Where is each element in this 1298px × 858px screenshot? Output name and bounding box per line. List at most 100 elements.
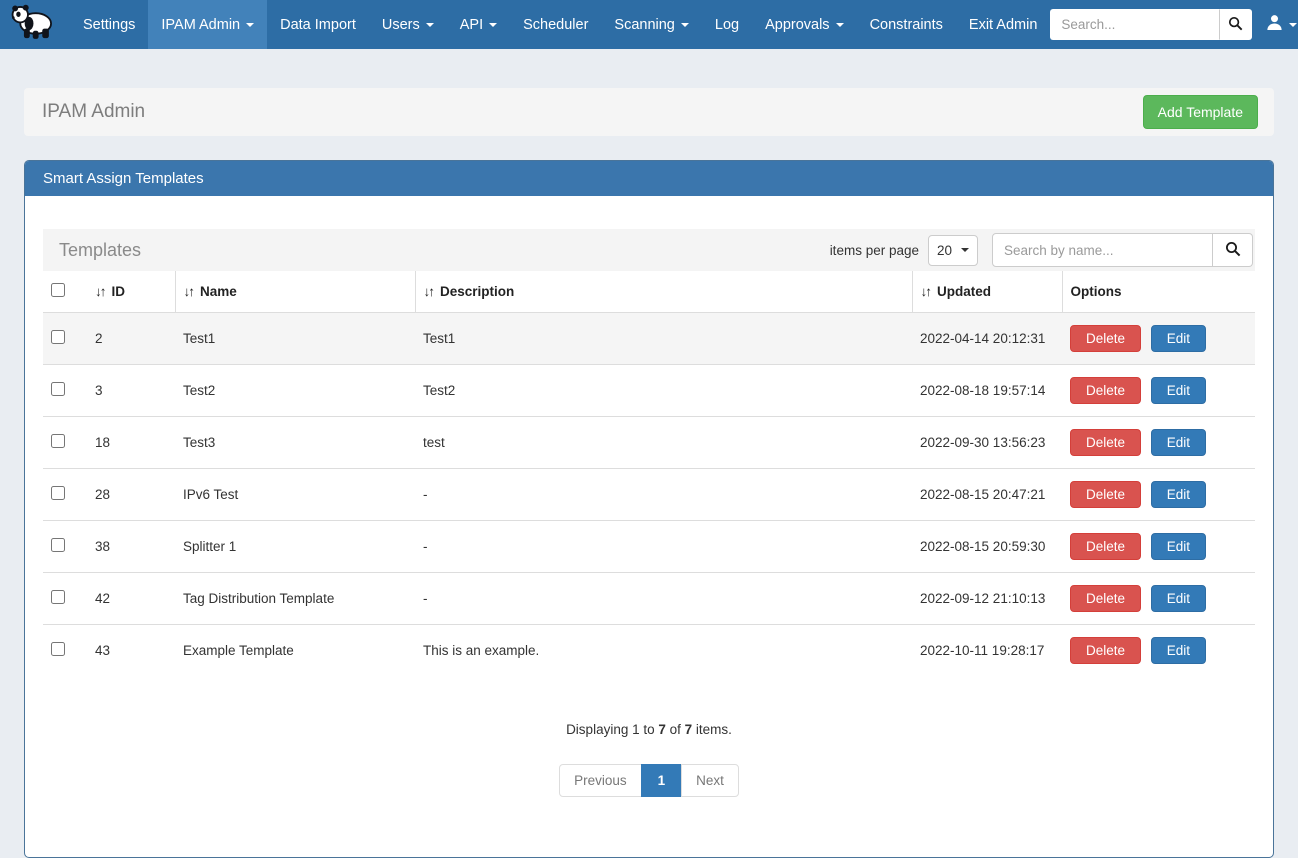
row-checkbox[interactable] [51, 434, 65, 448]
cell-description: This is an example. [415, 625, 912, 677]
cell-description: Test1 [415, 313, 912, 365]
smart-assign-templates-panel: Smart Assign Templates Templates items p… [24, 160, 1274, 858]
edit-button[interactable]: Edit [1151, 429, 1206, 456]
row-checkbox[interactable] [51, 538, 65, 552]
edit-button[interactable]: Edit [1151, 325, 1206, 352]
select-all-header [43, 271, 87, 313]
delete-button[interactable]: Delete [1070, 533, 1141, 560]
cell-id: 38 [87, 521, 175, 573]
table-row: 28 IPv6 Test - 2022-08-15 20:47:21 Delet… [43, 469, 1255, 521]
nav-menu: Settings IPAM Admin Data Import Users AP… [70, 0, 1050, 49]
edit-button[interactable]: Edit [1151, 585, 1206, 612]
cell-name: Splitter 1 [175, 521, 415, 573]
nav-item-approvals[interactable]: Approvals [752, 0, 856, 49]
delete-button[interactable]: Delete [1070, 377, 1141, 404]
cell-name: Example Template [175, 625, 415, 677]
items-per-page-select[interactable]: 20 [928, 235, 978, 266]
column-header-updated[interactable]: ↓↑Updated [912, 271, 1062, 313]
caret-down-icon [246, 23, 254, 27]
sort-icon: ↓↑ [184, 284, 194, 299]
cell-id: 3 [87, 365, 175, 417]
caret-down-icon [489, 23, 497, 27]
delete-button[interactable]: Delete [1070, 325, 1141, 352]
global-search [1050, 9, 1252, 40]
table-row: 3 Test2 Test2 2022-08-18 19:57:14 Delete… [43, 365, 1255, 417]
cell-description: test [415, 417, 912, 469]
caret-down-icon [961, 248, 969, 252]
sort-icon: ↓↑ [95, 284, 105, 299]
table-row: 42 Tag Distribution Template - 2022-09-1… [43, 573, 1255, 625]
sort-icon: ↓↑ [921, 284, 931, 299]
caret-down-icon [426, 23, 434, 27]
sort-icon: ↓↑ [424, 284, 434, 299]
delete-button[interactable]: Delete [1070, 585, 1141, 612]
cell-id: 18 [87, 417, 175, 469]
nav-item-settings[interactable]: Settings [70, 0, 148, 49]
row-checkbox[interactable] [51, 590, 65, 604]
nav-item-constraints[interactable]: Constraints [857, 0, 956, 49]
cell-updated: 2022-09-12 21:10:13 [912, 573, 1062, 625]
edit-button[interactable]: Edit [1151, 481, 1206, 508]
edit-button[interactable]: Edit [1151, 533, 1206, 560]
row-checkbox[interactable] [51, 642, 65, 656]
table-row: 38 Splitter 1 - 2022-08-15 20:59:30 Dele… [43, 521, 1255, 573]
page-header: IPAM Admin Add Template [24, 88, 1274, 136]
delete-button[interactable]: Delete [1070, 429, 1141, 456]
table-row: 43 Example Template This is an example. … [43, 625, 1255, 677]
previous-page-button[interactable]: Previous [559, 764, 642, 797]
user-icon [1266, 14, 1283, 36]
page-1-button[interactable]: 1 [641, 764, 683, 797]
table-toolbar: Templates items per page 20 [43, 229, 1255, 271]
global-search-button[interactable] [1220, 9, 1252, 40]
next-page-button[interactable]: Next [681, 764, 739, 797]
cell-description: - [415, 521, 912, 573]
name-search-button[interactable] [1213, 233, 1253, 267]
nav-item-log[interactable]: Log [702, 0, 752, 49]
column-header-description[interactable]: ↓↑Description [415, 271, 912, 313]
cell-updated: 2022-08-18 19:57:14 [912, 365, 1062, 417]
nav-item-scheduler[interactable]: Scheduler [510, 0, 601, 49]
user-menu[interactable] [1266, 14, 1297, 36]
table-row: 2 Test1 Test1 2022-04-14 20:12:31 Delete… [43, 313, 1255, 365]
cell-name: IPv6 Test [175, 469, 415, 521]
nav-item-api[interactable]: API [447, 0, 510, 49]
delete-button[interactable]: Delete [1070, 481, 1141, 508]
column-header-name[interactable]: ↓↑Name [175, 271, 415, 313]
nav-item-data-import[interactable]: Data Import [267, 0, 369, 49]
cell-updated: 2022-04-14 20:12:31 [912, 313, 1062, 365]
cell-id: 2 [87, 313, 175, 365]
cell-id: 42 [87, 573, 175, 625]
cell-name: Test2 [175, 365, 415, 417]
cell-updated: 2022-09-30 13:56:23 [912, 417, 1062, 469]
global-search-input[interactable] [1050, 9, 1220, 40]
name-search [992, 233, 1253, 267]
row-checkbox[interactable] [51, 486, 65, 500]
name-search-input[interactable] [992, 233, 1213, 267]
add-template-button[interactable]: Add Template [1143, 95, 1258, 129]
cell-description: Test2 [415, 365, 912, 417]
nav-item-scanning[interactable]: Scanning [601, 0, 701, 49]
items-per-page-label: items per page [830, 243, 919, 258]
navbar: Settings IPAM Admin Data Import Users AP… [0, 0, 1298, 49]
results-summary: Displaying 1 to 7 of 7 items. [43, 722, 1255, 737]
table-row: 18 Test3 test 2022-09-30 13:56:23 Delete… [43, 417, 1255, 469]
toolbar-title: Templates [59, 240, 141, 261]
select-all-checkbox[interactable] [51, 283, 65, 297]
edit-button[interactable]: Edit [1151, 637, 1206, 664]
row-checkbox[interactable] [51, 382, 65, 396]
cell-name: Tag Distribution Template [175, 573, 415, 625]
pagination: Previous 1 Next [43, 764, 1255, 797]
nav-item-users[interactable]: Users [369, 0, 447, 49]
caret-down-icon [681, 23, 689, 27]
edit-button[interactable]: Edit [1151, 377, 1206, 404]
delete-button[interactable]: Delete [1070, 637, 1141, 664]
templates-table: ↓↑ID ↓↑Name ↓↑Description ↓↑Updated Opti [43, 271, 1255, 676]
cell-name: Test1 [175, 313, 415, 365]
caret-down-icon [836, 23, 844, 27]
brand-logo[interactable] [0, 0, 70, 49]
nav-item-exit-admin[interactable]: Exit Admin [956, 0, 1051, 49]
nav-item-ipam-admin[interactable]: IPAM Admin [148, 0, 267, 49]
row-checkbox[interactable] [51, 330, 65, 344]
column-header-id[interactable]: ↓↑ID [87, 271, 175, 313]
cell-name: Test3 [175, 417, 415, 469]
